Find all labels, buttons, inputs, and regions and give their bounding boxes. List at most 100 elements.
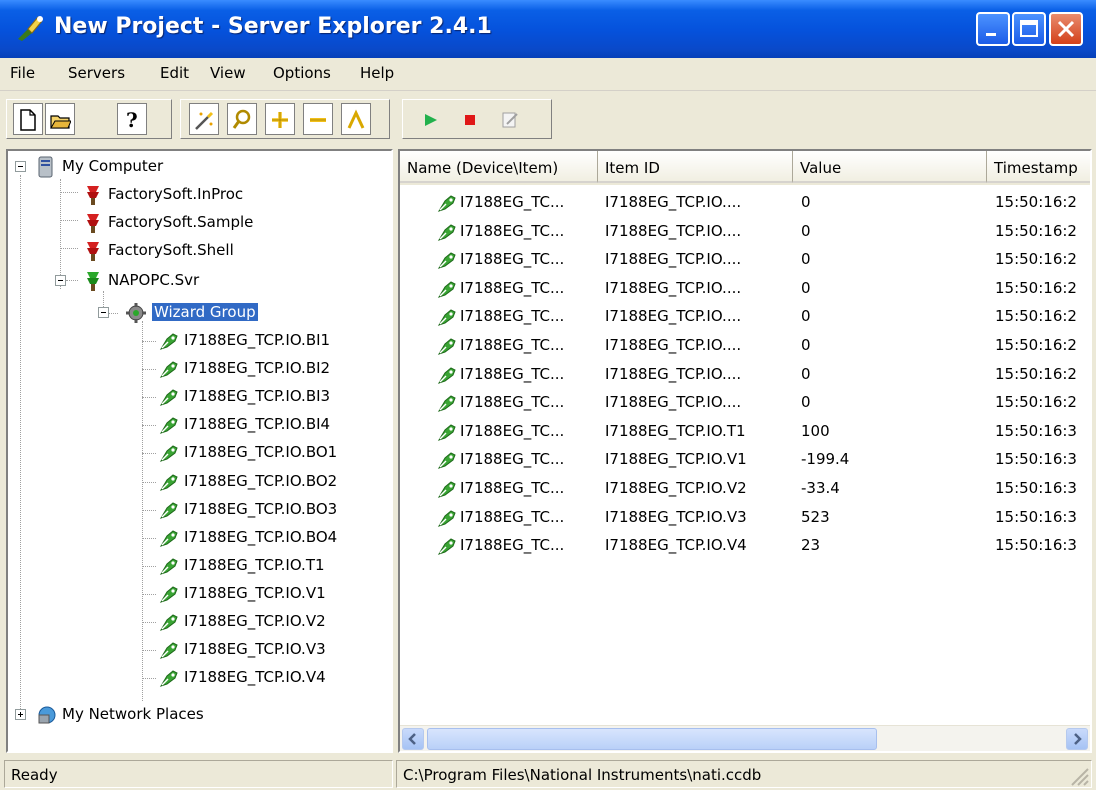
status-text: Ready [4, 760, 393, 788]
wizard-button[interactable] [189, 103, 219, 135]
scroll-right-button[interactable] [1066, 728, 1088, 750]
server-tree[interactable]: My Computer FactorySoft.InProc FactorySo… [6, 149, 393, 753]
add-button[interactable] [265, 103, 295, 135]
cell-name: I7188EG_TC... [460, 421, 565, 440]
column-header-name[interactable]: Name (Device\Item) [400, 151, 598, 183]
tag-icon [158, 330, 180, 356]
tree-label: I7188EG_TCP.IO.BI1 [184, 331, 331, 349]
menu-options[interactable]: Options [273, 64, 331, 82]
tree-node-network[interactable]: My Network Places [8, 703, 388, 725]
cell-timestamp: 15:50:16:3 [995, 450, 1077, 469]
cell-timestamp: 15:50:16:2 [995, 221, 1077, 240]
tree-node-item[interactable]: I7188EG_TCP.IO.BO4 [8, 526, 388, 548]
open-button[interactable] [45, 103, 75, 135]
table-row[interactable]: I7188EG_TC... I7188EG_TCP.IO.... 0 15:50:16… [400, 391, 1090, 415]
table-row[interactable]: I7188EG_TC... I7188EG_TCP.IO.V1 -199.4 15:5… [400, 448, 1090, 472]
tree-node-item[interactable]: I7188EG_TCP.IO.V3 [8, 638, 388, 660]
new-button[interactable] [13, 103, 43, 135]
table-row[interactable]: I7188EG_TC... I7188EG_TCP.IO.V2 -33.4 15:50… [400, 477, 1090, 501]
tag-icon [436, 278, 458, 304]
help-icon: ? [126, 108, 138, 132]
table-row[interactable]: I7188EG_TC... I7188EG_TCP.IO.T1 100 15:50:1… [400, 420, 1090, 444]
maximize-button[interactable] [1012, 12, 1046, 46]
table-row[interactable]: I7188EG_TC... I7188EG_TCP.IO.... 0 15:50:16… [400, 363, 1090, 387]
cell-value: 0 [801, 307, 811, 326]
help-button[interactable]: ? [117, 103, 147, 135]
tree-label: FactorySoft.Sample [108, 213, 254, 231]
tree-node-server-shell[interactable]: FactorySoft.Shell [8, 239, 388, 261]
menu-file[interactable]: File [10, 64, 35, 82]
cell-name: I7188EG_TC... [460, 278, 565, 297]
scroll-thumb[interactable] [427, 728, 877, 750]
cell-item-id: I7188EG_TCP.IO.... [605, 336, 742, 354]
table-row[interactable]: I7188EG_TC... I7188EG_TCP.IO.V4 23 15:50:16… [400, 534, 1090, 558]
tree-label: I7188EG_TCP.IO.BO4 [184, 527, 338, 546]
tree-node-item[interactable]: I7188EG_TCP.IO.V4 [8, 666, 388, 688]
tree-node-wizard-group[interactable]: Wizard Group [8, 301, 388, 323]
cell-name: I7188EG_TC... [460, 307, 565, 326]
toolbar-group-run [402, 99, 552, 139]
menu-view[interactable]: View [210, 64, 246, 82]
cell-timestamp: 15:50:16:2 [995, 393, 1077, 412]
horizontal-scrollbar[interactable] [400, 725, 1090, 751]
cell-value: 0 [801, 250, 811, 269]
stop-button[interactable] [455, 103, 485, 135]
tree-node-item[interactable]: I7188EG_TCP.IO.BI1 [8, 329, 388, 351]
scroll-left-button[interactable] [402, 728, 424, 750]
cell-value: 0 [801, 393, 811, 412]
tool-icon [347, 109, 365, 129]
tree-node-item[interactable]: I7188EG_TCP.IO.BI4 [8, 413, 388, 435]
tree-node-server-inproc[interactable]: FactorySoft.InProc [8, 183, 388, 205]
tree-node-item[interactable]: I7188EG_TCP.IO.T1 [8, 554, 388, 576]
table-row[interactable]: I7188EG_TC... I7188EG_TCP.IO.... 0 15:50:16… [400, 305, 1090, 329]
minimize-button[interactable] [976, 12, 1010, 46]
start-button[interactable] [415, 103, 445, 135]
tree-node-item[interactable]: I7188EG_TCP.IO.BO2 [8, 470, 388, 492]
tree-node-item[interactable]: I7188EG_TCP.IO.V2 [8, 610, 388, 632]
column-header-item-id[interactable]: Item ID [598, 151, 793, 183]
tree-node-server-sample[interactable]: FactorySoft.Sample [8, 211, 388, 233]
menu-servers[interactable]: Servers [68, 64, 125, 82]
tag-icon [158, 583, 180, 609]
table-row[interactable]: I7188EG_TC... I7188EG_TCP.IO.V3 523 15:50:1… [400, 506, 1090, 530]
tree-node-item[interactable]: I7188EG_TCP.IO.V1 [8, 582, 388, 604]
item-list[interactable]: Name (Device\Item) Item ID Value Timesta… [398, 149, 1092, 753]
tree-node-item[interactable]: I7188EG_TCP.IO.BI2 [8, 357, 388, 379]
tag-icon [436, 392, 458, 418]
tree-node-item[interactable]: I7188EG_TCP.IO.BO1 [8, 441, 388, 463]
server-stopped-icon [87, 214, 99, 233]
tool-button[interactable] [341, 103, 371, 135]
new-file-icon [20, 109, 36, 131]
window-title: New Project - Server Explorer 2.4.1 [54, 14, 492, 39]
column-header-value[interactable]: Value [793, 151, 987, 183]
collapse-toggle[interactable] [15, 161, 26, 172]
expand-toggle[interactable] [15, 709, 26, 720]
menu-edit[interactable]: Edit [160, 64, 189, 82]
cell-value: 0 [801, 221, 811, 240]
remove-button[interactable] [303, 103, 333, 135]
table-row[interactable]: I7188EG_TC... I7188EG_TCP.IO.... 0 15:50:16… [400, 191, 1090, 215]
title-bar[interactable]: New Project - Server Explorer 2.4.1 [0, 0, 1096, 58]
edit-button[interactable] [495, 103, 525, 135]
collapse-toggle[interactable] [55, 275, 66, 286]
cell-timestamp: 15:50:16:3 [995, 421, 1077, 440]
computer-icon [38, 156, 53, 178]
table-row[interactable]: I7188EG_TC... I7188EG_TCP.IO.... 0 15:50:16… [400, 334, 1090, 358]
table-row[interactable]: I7188EG_TC... I7188EG_TCP.IO.... 0 15:50:16… [400, 277, 1090, 301]
column-header-timestamp[interactable]: Timestamp [987, 151, 1090, 183]
browse-button[interactable] [227, 103, 257, 135]
tree-node-item[interactable]: I7188EG_TCP.IO.BO3 [8, 498, 388, 520]
tree-node-server-napopc[interactable]: NAPOPC.Svr [8, 269, 388, 291]
tree-node-my-computer[interactable]: My Computer [8, 155, 388, 178]
remove-icon [310, 118, 326, 122]
collapse-toggle[interactable] [98, 307, 109, 318]
resize-grip-icon[interactable] [1068, 765, 1090, 787]
close-button[interactable] [1049, 12, 1083, 46]
table-row[interactable]: I7188EG_TC... I7188EG_TCP.IO.... 0 15:50:16… [400, 220, 1090, 244]
menu-help[interactable]: Help [360, 64, 394, 82]
cell-name: I7188EG_TC... [460, 250, 565, 269]
table-row[interactable]: I7188EG_TC... I7188EG_TCP.IO.... 0 15:50:16… [400, 248, 1090, 272]
tree-label: FactorySoft.InProc [108, 185, 244, 203]
status-bar: Ready C:\Program Files\National Instrume… [0, 757, 1096, 790]
tree-node-item[interactable]: I7188EG_TCP.IO.BI3 [8, 385, 388, 407]
